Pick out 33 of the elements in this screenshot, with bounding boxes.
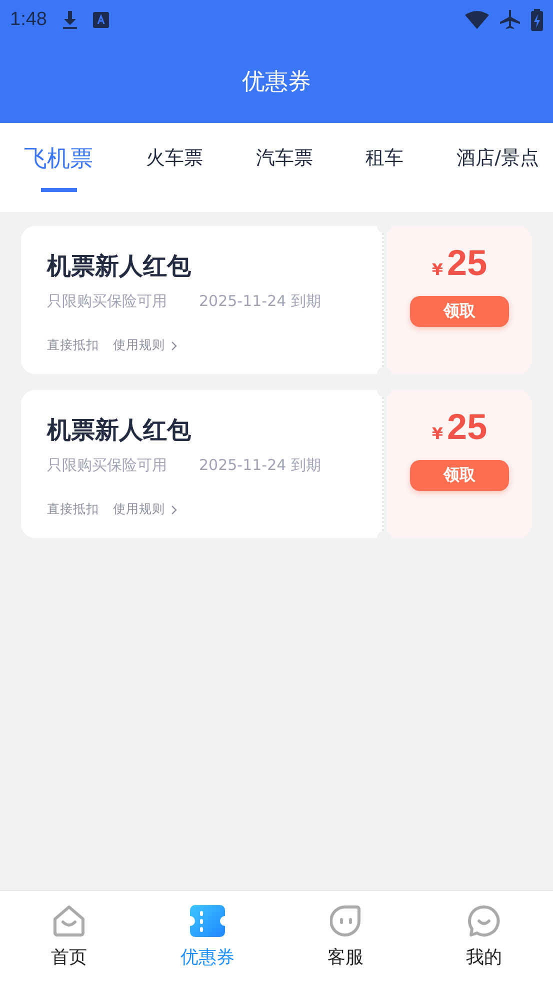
coupon-condition: 只限购买保险可用 xyxy=(47,456,167,475)
discount-type: 直接抵扣 xyxy=(47,501,99,518)
coupon-title: 机票新人红包 xyxy=(47,251,192,282)
currency-symbol: ¥ xyxy=(432,424,444,443)
wifi-icon xyxy=(465,11,489,29)
nav-item[interactable]: 我的 xyxy=(414,891,553,984)
keyboard-icon xyxy=(92,12,109,28)
tab[interactable]: 火车票 xyxy=(140,123,209,190)
chat-bubble-icon xyxy=(468,905,500,937)
coupon-amount: 25 xyxy=(447,242,488,284)
chevron-right-icon xyxy=(171,504,177,514)
page-title: 优惠券 xyxy=(242,68,311,97)
expiry-date: 2025-11-24 到期 xyxy=(199,292,321,311)
battery-icon xyxy=(531,9,543,31)
download-icon xyxy=(60,10,79,30)
smiley-chat-icon xyxy=(330,905,362,937)
ticket-icon xyxy=(190,905,225,937)
tab[interactable]: 汽车票 xyxy=(250,123,319,190)
status-time: 1:48 xyxy=(10,9,47,31)
nav-item[interactable]: 客服 xyxy=(276,891,415,984)
home-icon xyxy=(52,905,86,937)
airplane-icon xyxy=(499,9,521,31)
discount-type: 直接抵扣 xyxy=(47,337,99,354)
currency-symbol: ¥ xyxy=(432,260,444,279)
nav-item[interactable]: 首页 xyxy=(0,891,138,984)
coupon-condition: 只限购买保险可用 xyxy=(47,292,167,311)
tab[interactable]: 酒店/景点 xyxy=(450,123,545,190)
chevron-right-icon xyxy=(171,340,177,350)
expiry-date: 2025-11-24 到期 xyxy=(199,456,321,475)
tab[interactable]: 租车 xyxy=(360,123,410,190)
coupon-title: 机票新人红包 xyxy=(47,415,192,446)
coupon-amount: 25 xyxy=(447,406,488,448)
tab[interactable]: 飞机票 xyxy=(18,123,99,193)
